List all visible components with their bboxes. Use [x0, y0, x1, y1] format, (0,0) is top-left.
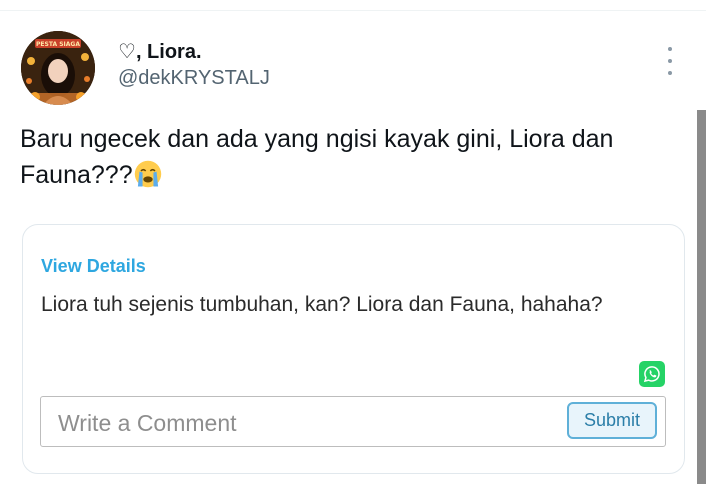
comment-input[interactable] — [58, 407, 538, 439]
tweet-body: Baru ngecek dan ada yang ngisi kayak gin… — [20, 125, 614, 189]
author-handle[interactable]: @dekKRYSTALJ — [118, 67, 270, 90]
more-dot — [668, 71, 672, 75]
avatar-banner-text: PESTA SIAGA — [36, 41, 80, 48]
avatar-image: PESTA SIAGA — [21, 31, 95, 105]
avatar[interactable]: PESTA SIAGA — [21, 31, 95, 105]
whatsapp-glyph — [643, 366, 660, 383]
top-divider — [0, 10, 706, 11]
loudly-crying-face-emoji — [134, 160, 161, 188]
more-dot — [668, 59, 672, 63]
comment-text: Liora tuh sejenis tumbuhan, kan? Liora d… — [41, 293, 603, 316]
author-name: , Liora. — [135, 41, 202, 63]
more-vertical-icon[interactable] — [660, 47, 680, 75]
view-details-link[interactable]: View Details — [41, 256, 146, 277]
tweet-text: Baru ngecek dan ada yang ngisi kayak gin… — [20, 121, 700, 193]
heart-glyph: ♡ — [118, 41, 136, 63]
more-dot — [668, 47, 672, 51]
whatsapp-icon[interactable] — [639, 361, 665, 387]
author-display-name[interactable]: ♡, Liora. — [118, 39, 202, 64]
submit-button[interactable]: Submit — [567, 402, 657, 439]
